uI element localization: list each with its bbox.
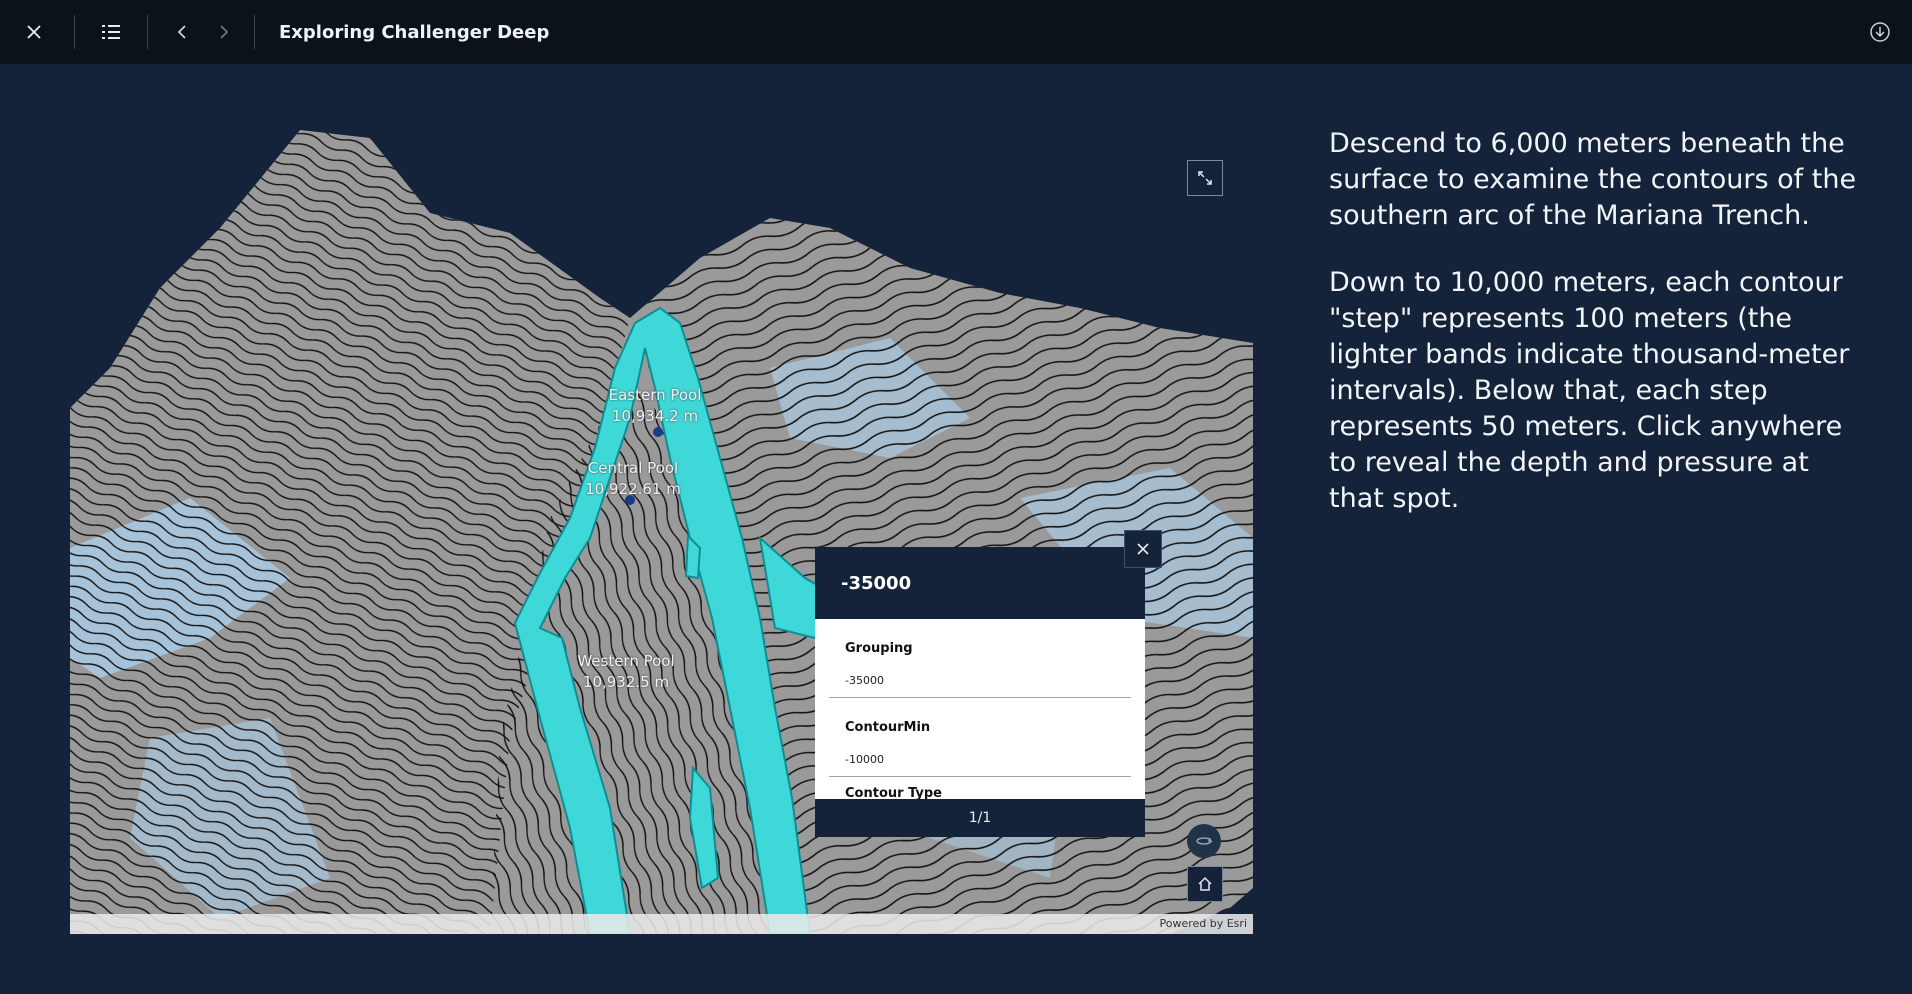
navigation-toggle-button[interactable] (1187, 824, 1221, 858)
home-icon (1198, 876, 1212, 891)
popup-content[interactable]: Grouping -35000 ContourMin -10000 Contou… (815, 619, 1145, 799)
top-bar: Exploring Challenger Deep (0, 0, 1912, 64)
toolbar-divider (254, 15, 255, 49)
field-label: ContourMin (845, 720, 931, 735)
popup-pagination: 1/1 (815, 799, 1145, 837)
toolbar-divider (147, 15, 148, 49)
eastern-pool-label: Eastern Pool 10,934.2 m (575, 385, 735, 427)
central-pool-depth: 10,922.61 m (585, 480, 681, 498)
western-pool-depth: 10,932.5 m (582, 673, 670, 691)
close-icon (1137, 543, 1149, 555)
central-pool-name: Central Pool (587, 459, 679, 477)
popup-title: -35000 (841, 572, 912, 594)
eastern-pool-name: Eastern Pool (608, 386, 702, 404)
field-label: Contour Type (845, 786, 942, 799)
popup-field: ContourMin -10000 (829, 698, 1131, 777)
toolbar-divider (74, 15, 75, 49)
story-paragraph: Descend to 6,000 meters beneath the surf… (1329, 128, 1857, 231)
field-label: Grouping (845, 641, 913, 656)
next-button[interactable] (200, 8, 248, 56)
list-icon (102, 25, 120, 39)
popup-field: Grouping -35000 (829, 619, 1131, 698)
download-button[interactable] (1856, 8, 1904, 56)
previous-button[interactable] (158, 8, 206, 56)
story-paragraph: Down to 10,000 meters, each contour "ste… (1329, 267, 1850, 514)
feature-popup: -35000 Grouping -35000 ContourMin -10000… (815, 547, 1145, 837)
close-icon (27, 25, 41, 39)
chevron-left-icon (177, 25, 186, 39)
popup-field: Contour Type (829, 777, 1131, 799)
field-value: -35000 (845, 674, 884, 687)
story-panel: Descend to 6,000 meters beneath the surf… (1329, 126, 1859, 548)
close-button[interactable] (10, 8, 58, 56)
download-icon (1870, 22, 1890, 42)
field-value: -10000 (845, 753, 884, 766)
eastern-pool-depth: 10,934.2 m (611, 407, 699, 425)
home-button[interactable] (1187, 866, 1223, 902)
map-attribution: Powered by Esri (70, 914, 1253, 934)
central-pool-label: Central Pool 10,922.61 m (553, 458, 713, 500)
expand-icon (1198, 171, 1212, 185)
chevron-right-icon (220, 25, 229, 39)
rotate-icon (1196, 837, 1213, 845)
western-pool-name: Western Pool (577, 652, 675, 670)
expand-button[interactable] (1187, 160, 1223, 196)
popup-header: -35000 (815, 547, 1145, 619)
eastern-pool-marker (653, 427, 663, 437)
popup-close-button[interactable] (1124, 530, 1162, 568)
western-pool-label: Western Pool 10,932.5 m (546, 651, 706, 693)
page-title: Exploring Challenger Deep (279, 21, 550, 43)
attribution-text: Powered by Esri (1159, 917, 1247, 930)
contents-button[interactable] (87, 8, 135, 56)
